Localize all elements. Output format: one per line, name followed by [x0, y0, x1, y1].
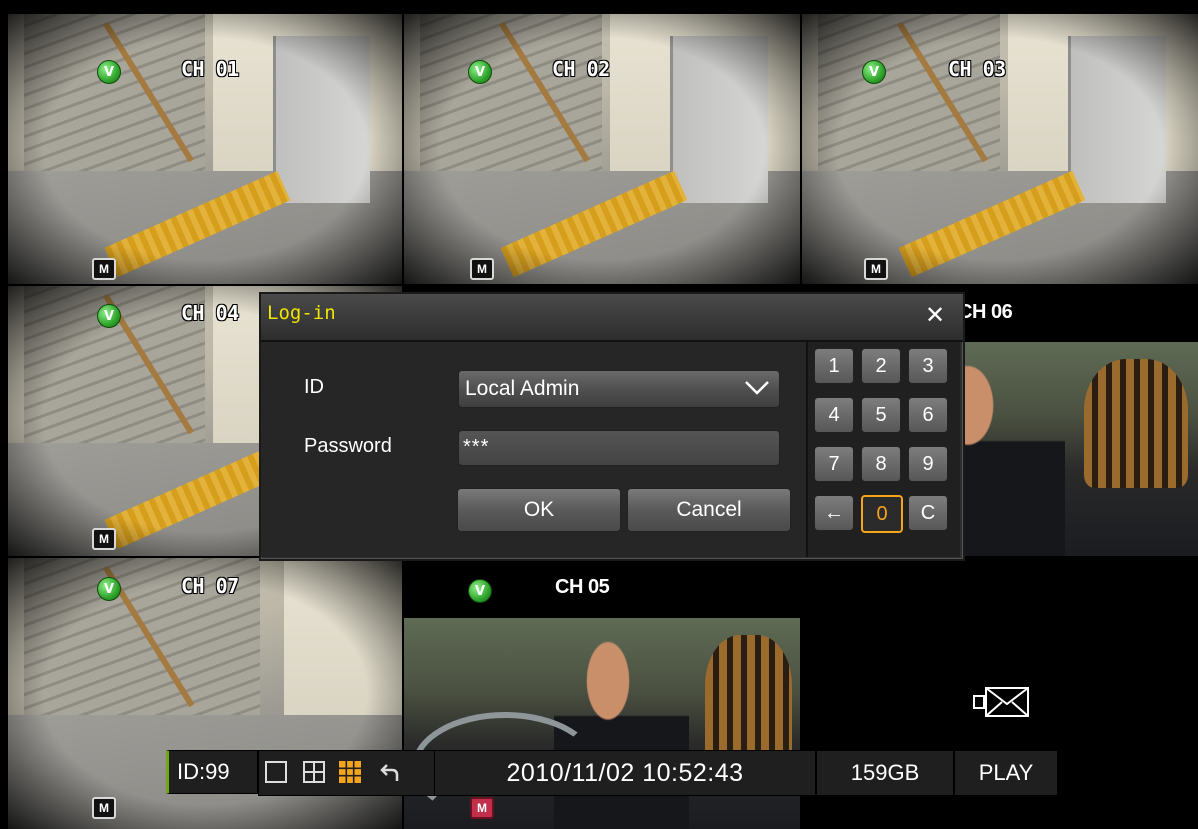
status-icon: V — [862, 60, 886, 84]
password-value: *** — [463, 436, 490, 458]
camera-tile-ch03[interactable] — [802, 14, 1198, 284]
key-2[interactable]: 2 — [861, 348, 901, 384]
channel-label: CH 05 — [555, 576, 610, 598]
motion-icon: M — [864, 258, 888, 280]
key-9[interactable]: 9 — [908, 446, 948, 482]
key-3[interactable]: 3 — [908, 348, 948, 384]
motion-icon: M — [470, 258, 494, 280]
status-icon: V — [97, 577, 121, 601]
status-icon: V — [468, 60, 492, 84]
camera-tile-ch01[interactable] — [8, 14, 402, 284]
id-select-value: Local Admin — [465, 377, 580, 400]
id-select[interactable]: Local Admin — [458, 370, 780, 408]
motion-icon: M — [470, 797, 494, 819]
login-dialog: Log-in ✕ ID Local Admin Password *** OK … — [259, 292, 965, 561]
password-label: Password — [304, 435, 392, 457]
key-0[interactable]: 0 — [861, 495, 903, 533]
numeric-keypad: 1 2 3 4 5 6 7 8 9 ← 0 C — [806, 342, 960, 557]
layout-switcher — [258, 750, 436, 796]
cancel-button[interactable]: Cancel — [627, 488, 791, 532]
status-icon: V — [468, 579, 492, 603]
id-label: ID — [304, 376, 324, 398]
channel-label: CH 04 — [181, 301, 239, 325]
channel-label: CH 02 — [552, 57, 610, 81]
password-field[interactable]: *** — [458, 430, 780, 466]
chevron-down-icon — [745, 381, 769, 395]
key-4[interactable]: 4 — [814, 397, 854, 433]
datetime-display: 2010/11/02 10:52:43 — [434, 750, 816, 796]
ok-button[interactable]: OK — [457, 488, 621, 532]
channel-label: CH 06 — [958, 301, 1013, 323]
playback-mode[interactable]: PLAY — [954, 750, 1058, 796]
single-view-icon[interactable] — [265, 761, 287, 783]
channel-label: CH 01 — [181, 57, 239, 81]
key-8[interactable]: 8 — [861, 446, 901, 482]
channel-label: CH 07 — [181, 574, 239, 598]
motion-icon: M — [92, 797, 116, 819]
dialog-title: Log-in — [267, 302, 336, 324]
motion-icon: M — [92, 528, 116, 550]
clear-key[interactable]: C — [908, 495, 948, 531]
nine-view-icon[interactable] — [339, 761, 361, 783]
no-video-icon — [973, 687, 1029, 717]
dialog-title-bar: Log-in ✕ — [261, 294, 963, 342]
camera-tile-ch02[interactable] — [404, 14, 800, 284]
status-icon: V — [97, 304, 121, 328]
user-id-indicator: ID:99 — [166, 750, 258, 794]
status-icon: V — [97, 60, 121, 84]
backspace-key[interactable]: ← — [814, 495, 854, 531]
key-7[interactable]: 7 — [814, 446, 854, 482]
channel-label: CH 03 — [948, 57, 1006, 81]
key-1[interactable]: 1 — [814, 348, 854, 384]
return-icon[interactable] — [379, 761, 401, 783]
quad-view-icon[interactable] — [303, 761, 325, 783]
status-bar: ID:99 2010/11/02 10:52:43 159GB PLAY — [166, 750, 1058, 796]
motion-icon: M — [92, 258, 116, 280]
close-icon[interactable]: ✕ — [923, 303, 947, 327]
key-5[interactable]: 5 — [861, 397, 901, 433]
storage-indicator: 159GB — [816, 750, 954, 796]
key-6[interactable]: 6 — [908, 397, 948, 433]
